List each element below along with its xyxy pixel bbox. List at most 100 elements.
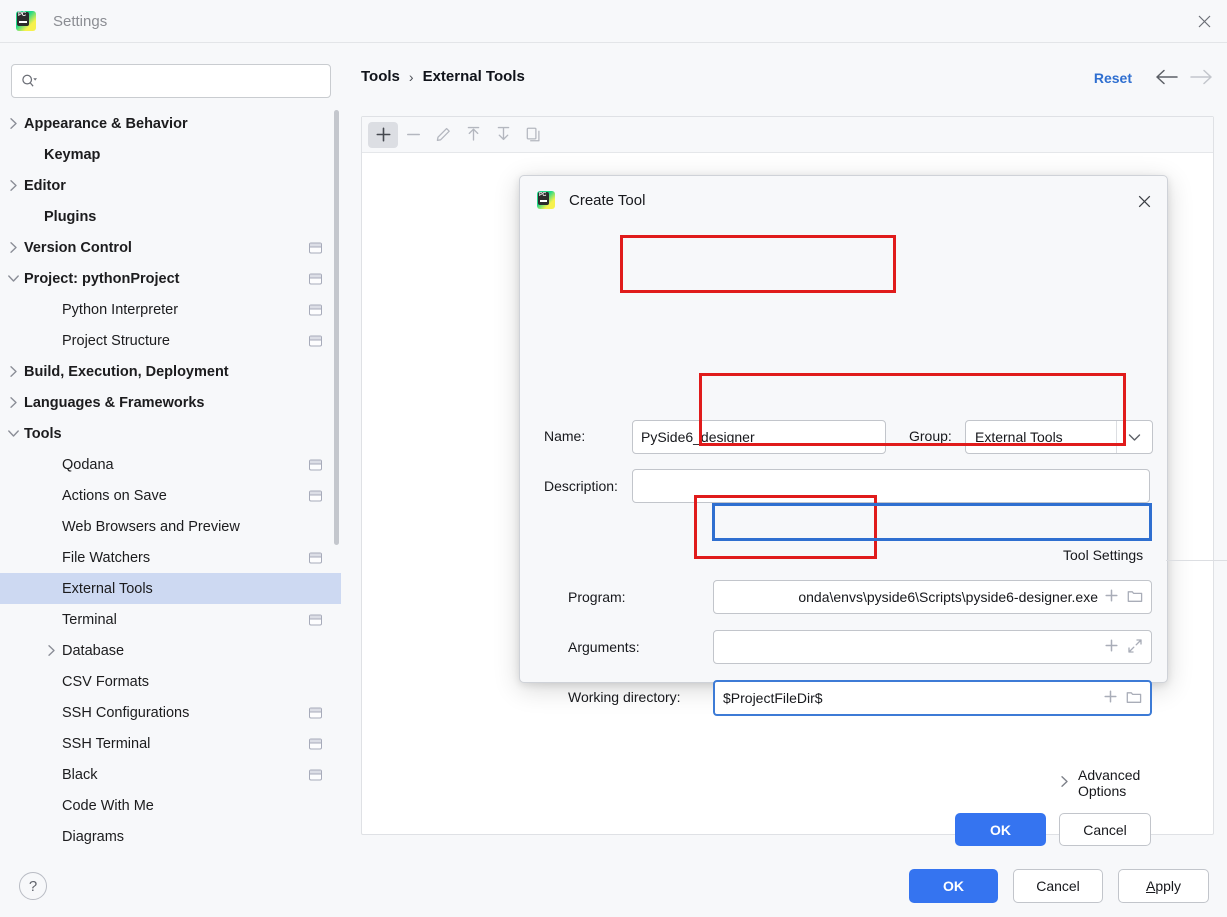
tool-settings-separator <box>1166 560 1227 561</box>
nav-back-button[interactable] <box>1154 68 1180 91</box>
window-close-button[interactable] <box>1181 0 1227 42</box>
description-input[interactable] <box>632 469 1150 503</box>
plus-icon[interactable] <box>1104 588 1119 606</box>
chevron-right-icon[interactable] <box>42 644 60 657</box>
settings-apply-button[interactable]: Apply <box>1118 869 1209 903</box>
arrow-up-icon <box>465 126 482 143</box>
settings-ok-button[interactable]: OK <box>909 869 998 903</box>
sidebar-item-editor[interactable]: Editor <box>0 170 341 201</box>
folder-icon[interactable] <box>1127 589 1143 606</box>
sidebar-item-appearance-behavior[interactable]: Appearance & Behavior <box>0 108 341 139</box>
tool-settings-group-label: Tool Settings <box>1063 547 1152 563</box>
sidebar-item-ssh-terminal[interactable]: SSH Terminal <box>0 728 341 759</box>
working-directory-input[interactable]: $ProjectFileDir$ <box>713 680 1152 716</box>
sidebar-item-label: Actions on Save <box>62 487 167 504</box>
chevron-right-icon[interactable] <box>4 396 22 409</box>
working-directory-input-value: $ProjectFileDir$ <box>723 690 823 706</box>
project-scope-icon <box>309 490 322 501</box>
breadcrumb-separator-icon: › <box>408 68 414 85</box>
settings-cancel-button[interactable]: Cancel <box>1013 869 1103 903</box>
sidebar-item-external-tools[interactable]: External Tools <box>0 573 341 604</box>
sidebar-item-label: Diagrams <box>62 828 125 845</box>
name-input[interactable]: PySide6_designer <box>632 420 886 454</box>
chevron-right-icon[interactable] <box>4 179 22 192</box>
chevron-right-icon[interactable] <box>4 365 22 378</box>
dialog-ok-button[interactable]: OK <box>955 813 1046 846</box>
settings-search-box[interactable] <box>11 64 331 98</box>
sidebar-item-label: Qodana <box>62 456 114 473</box>
sidebar-item-label: Project Structure <box>62 332 170 349</box>
sidebar-item-project-pythonproject[interactable]: Project: pythonProject <box>0 263 341 294</box>
sidebar-item-project-structure[interactable]: Project Structure <box>0 325 341 356</box>
sidebar-item-terminal[interactable]: Terminal <box>0 604 341 635</box>
project-scope-icon <box>309 552 322 563</box>
sidebar-item-version-control[interactable]: Version Control <box>0 232 341 263</box>
sidebar-item-python-interpreter[interactable]: Python Interpreter <box>0 294 341 325</box>
search-icon <box>21 74 38 88</box>
move-up-button <box>458 122 488 148</box>
create-tool-dialog: PC Create Tool Name: PySide6_designer Gr… <box>519 175 1227 846</box>
sidebar-item-label: Plugins <box>44 208 97 225</box>
sidebar-item-csv-formats[interactable]: CSV Formats <box>0 666 341 697</box>
remove-tool-button <box>398 122 428 148</box>
chevron-down-icon[interactable] <box>4 274 22 283</box>
sidebar-item-black[interactable]: Black <box>0 759 341 790</box>
program-input-value: onda\envs\pyside6\Scripts\pyside6-design… <box>798 589 1098 605</box>
search-input[interactable] <box>44 73 330 89</box>
sidebar-item-code-with-me[interactable]: Code With Me <box>0 790 341 821</box>
sidebar-item-database[interactable]: Database <box>0 635 341 666</box>
sidebar-item-file-watchers[interactable]: File Watchers <box>0 542 341 573</box>
sidebar-item-ssh-configurations[interactable]: SSH Configurations <box>0 697 341 728</box>
sidebar-item-label: Database <box>62 642 125 659</box>
dialog-close-button[interactable] <box>1131 188 1157 214</box>
breadcrumb-root[interactable]: Tools <box>361 68 400 85</box>
arguments-label: Arguments: <box>568 639 640 655</box>
arrow-right-icon <box>1190 69 1212 85</box>
sidebar-item-keymap[interactable]: Keymap <box>0 139 341 170</box>
pencil-icon <box>435 126 452 143</box>
external-tools-toolbar <box>362 117 1213 153</box>
apply-rest: pply <box>1155 878 1182 894</box>
group-dropdown[interactable]: External Tools <box>965 420 1153 454</box>
group-label: Group: <box>909 428 952 444</box>
copy-icon <box>525 126 542 143</box>
pycharm-logo-icon: PC <box>537 191 555 209</box>
settings-help-button[interactable]: ? <box>19 872 47 900</box>
sidebar-item-label: Keymap <box>44 146 101 163</box>
apply-mnemonic: A <box>1145 878 1156 894</box>
settings-sidebar: Appearance & Behavior Keymap Editor Plugins… <box>0 108 341 850</box>
sidebar-item-languages-frameworks[interactable]: Languages & Frameworks <box>0 387 341 418</box>
advanced-options-label: Advanced Options <box>1078 767 1141 799</box>
sidebar-scrollbar-thumb[interactable] <box>334 110 339 545</box>
sidebar-item-label: Web Browsers and Preview <box>62 518 240 535</box>
chevron-right-icon[interactable] <box>4 117 22 130</box>
project-scope-icon <box>309 769 322 780</box>
arguments-input[interactable] <box>713 630 1152 664</box>
sidebar-item-build-execution-deployment[interactable]: Build, Execution, Deployment <box>0 356 341 387</box>
plus-icon[interactable] <box>1104 638 1119 656</box>
sidebar-item-plugins[interactable]: Plugins <box>0 201 341 232</box>
breadcrumb-leaf: External Tools <box>422 68 525 85</box>
dialog-cancel-button[interactable]: Cancel <box>1059 813 1151 846</box>
chevron-right-icon[interactable] <box>4 241 22 254</box>
sidebar-item-diagrams[interactable]: Diagrams <box>0 821 341 850</box>
chevron-down-icon <box>1116 421 1152 453</box>
reset-link[interactable]: Reset <box>1094 70 1132 86</box>
add-tool-button[interactable] <box>368 121 398 148</box>
breadcrumb: Tools › External Tools <box>361 68 525 85</box>
sidebar-item-tools[interactable]: Tools <box>0 418 341 449</box>
program-input[interactable]: onda\envs\pyside6\Scripts\pyside6-design… <box>713 580 1152 614</box>
move-down-button <box>488 122 518 148</box>
folder-icon[interactable] <box>1126 690 1142 707</box>
sidebar-item-label: CSV Formats <box>62 673 150 690</box>
chevron-down-icon[interactable] <box>4 429 22 438</box>
sidebar-item-label: Project: pythonProject <box>24 270 180 287</box>
advanced-options-toggle[interactable]: Advanced Options <box>1060 767 1167 799</box>
sidebar-item-actions-on-save[interactable]: Actions on Save <box>0 480 341 511</box>
copy-tool-button <box>518 122 548 148</box>
expand-icon[interactable] <box>1127 638 1143 657</box>
sidebar-item-qodana[interactable]: Qodana <box>0 449 341 480</box>
sidebar-item-web-browsers-and-preview[interactable]: Web Browsers and Preview <box>0 511 341 542</box>
sidebar-item-label: Appearance & Behavior <box>24 115 188 132</box>
plus-icon[interactable] <box>1103 689 1118 707</box>
